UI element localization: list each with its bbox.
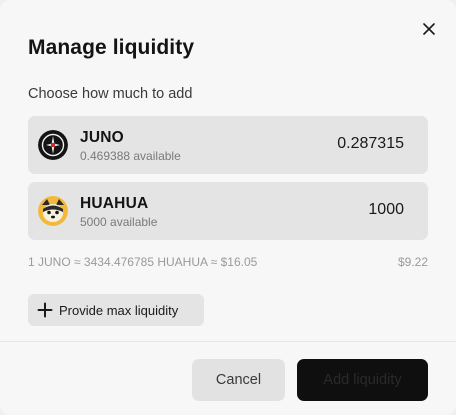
token-row-juno: JUNO 0.469388 available	[28, 116, 428, 174]
huahua-amount-input[interactable]	[224, 201, 404, 219]
token-symbol: JUNO	[80, 129, 124, 146]
token-available: 0.469388 available	[80, 149, 181, 163]
provide-max-liquidity-button[interactable]: Provide max liquidity	[28, 294, 204, 326]
token-available: 5000 available	[80, 215, 158, 229]
exchange-rate-text: 1 JUNO ≈ 3434.476785 HUAHUA ≈ $16.05	[28, 255, 258, 269]
huahua-token-icon	[38, 196, 68, 226]
token-symbol: HUAHUA	[80, 195, 149, 212]
footer-divider	[0, 341, 456, 342]
cancel-button[interactable]: Cancel	[192, 359, 285, 401]
juno-token-icon	[38, 130, 68, 160]
dialog-title: Manage liquidity	[28, 36, 195, 59]
token-row-huahua: HUAHUA 5000 available	[28, 182, 428, 240]
total-usd-value: $9.22	[397, 255, 428, 269]
plus-icon	[37, 302, 53, 318]
close-icon[interactable]	[418, 18, 440, 40]
provide-max-liquidity-label: Provide max liquidity	[59, 302, 179, 318]
add-liquidity-button[interactable]: Add liquidity	[297, 359, 428, 401]
dialog-subtitle: Choose how much to add	[28, 86, 193, 102]
juno-amount-input[interactable]	[224, 135, 404, 153]
manage-liquidity-dialog: Manage liquidity Choose how much to add …	[0, 0, 456, 415]
